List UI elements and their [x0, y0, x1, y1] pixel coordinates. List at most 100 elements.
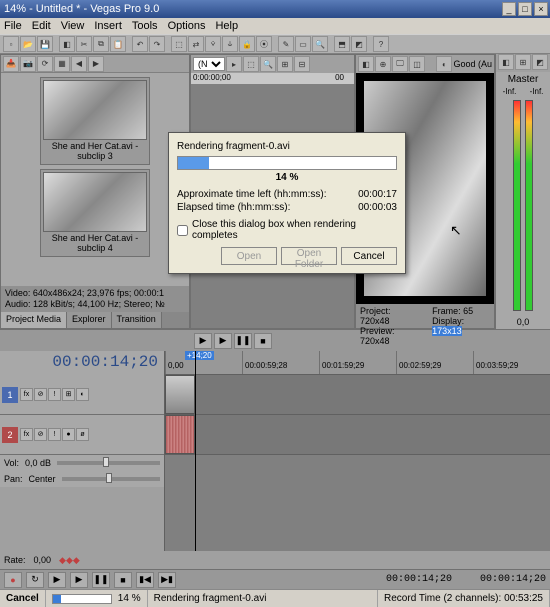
comp-icon[interactable]: ◐ [76, 388, 89, 401]
menu-options[interactable]: Options [168, 20, 206, 32]
close-on-complete-checkbox[interactable]: Close this dialog box when rendering com… [177, 219, 397, 241]
pv-extmon-icon[interactable]: 🖵 [392, 56, 408, 72]
tab-transitions[interactable]: Transition [112, 312, 162, 328]
snap-icon[interactable]: ⬚ [171, 36, 187, 52]
pm-import-icon[interactable]: 📥 [3, 56, 19, 72]
trimmer-icon1[interactable]: ▸ [226, 56, 242, 72]
play-button2[interactable]: ▶ [70, 572, 88, 588]
pause-button2[interactable]: ❚❚ [92, 572, 110, 588]
playhead[interactable] [195, 351, 196, 551]
arm-icon[interactable]: ● [62, 428, 75, 441]
loop-button[interactable]: ↻ [26, 572, 44, 588]
track-mute-icon[interactable]: ⊘ [34, 428, 47, 441]
motion-icon[interactable]: ⊞ [62, 388, 75, 401]
volume-slider[interactable] [57, 461, 160, 465]
pv-icon2[interactable]: ⊕ [375, 56, 391, 72]
trimmer-dropdown[interactable]: (N [193, 57, 225, 71]
checkbox-input[interactable] [177, 225, 188, 236]
track-fx-icon[interactable]: fx [20, 388, 33, 401]
trimmer-icon3[interactable]: 🔍 [260, 56, 276, 72]
track-solo-icon[interactable]: ! [48, 428, 61, 441]
track-mute-icon[interactable]: ⊘ [34, 388, 47, 401]
trimmer-icon5[interactable]: ⊟ [294, 56, 310, 72]
select-tool-icon[interactable]: ▭ [295, 36, 311, 52]
pv-icon1[interactable]: ◧ [358, 56, 374, 72]
paste-icon[interactable]: 📋 [110, 36, 126, 52]
zoom-tool-icon[interactable]: 🔍 [312, 36, 328, 52]
video-track[interactable] [165, 375, 550, 415]
phase-icon[interactable]: ø [76, 428, 89, 441]
open-icon[interactable]: 📂 [20, 36, 36, 52]
master-icon1[interactable]: ◧ [498, 54, 514, 70]
timeline-tracks[interactable]: +14;20 0,00 00:00:59;28 00:01:59;29 00:0… [165, 351, 550, 551]
close-button[interactable]: × [534, 2, 548, 16]
status-cancel[interactable]: Cancel [0, 590, 46, 607]
pv-quality-icon[interactable]: ◐ [436, 56, 452, 72]
pm-refresh-icon[interactable]: ⟳ [37, 56, 53, 72]
cancel-button[interactable]: Cancel [341, 247, 397, 265]
pm-views-icon[interactable]: ▦ [54, 56, 70, 72]
goto-start-button[interactable]: ▮◀ [136, 572, 154, 588]
master-icon3[interactable]: ◩ [532, 54, 548, 70]
ripple-icon[interactable]: ⇄ [188, 36, 204, 52]
big-timecode: 00:00:14;20 [0, 351, 164, 375]
audio-clip[interactable] [165, 415, 195, 454]
master-icon2[interactable]: ⊞ [515, 54, 531, 70]
bottom-transport: ● ↻ ▶ ▶ ❚❚ ■ ▮◀ ▶▮ 00:00:14;20 00:00:14;… [0, 569, 550, 589]
goto-end-button[interactable]: ▶▮ [158, 572, 176, 588]
maximize-button[interactable]: □ [518, 2, 532, 16]
menu-tools[interactable]: Tools [132, 20, 158, 32]
track-fx-icon[interactable]: fx [20, 428, 33, 441]
misc-tool2-icon[interactable]: ◩ [351, 36, 367, 52]
redo-icon[interactable]: ↷ [149, 36, 165, 52]
cut-icon[interactable]: ✂ [76, 36, 92, 52]
undo-icon[interactable]: ↶ [132, 36, 148, 52]
autocross-icon[interactable]: ⩒ [205, 36, 221, 52]
timeline-ruler[interactable]: +14;20 0,00 00:00:59;28 00:01:59;29 00:0… [165, 351, 550, 375]
edit-tool-icon[interactable]: ✎ [278, 36, 294, 52]
pan-slider[interactable] [62, 477, 160, 481]
help-icon[interactable]: ? [373, 36, 389, 52]
clip-item[interactable]: She and Her Cat.avi - subclip 3 [40, 77, 150, 165]
trimmer-icon2[interactable]: ⬚ [243, 56, 259, 72]
audio-track[interactable] [165, 415, 550, 455]
master-meters [496, 96, 550, 315]
lock-icon[interactable]: 🔒 [239, 36, 255, 52]
record-button[interactable]: ● [4, 572, 22, 588]
menu-insert[interactable]: Insert [94, 20, 122, 32]
pm-nav-left-icon[interactable]: ◀ [71, 56, 87, 72]
menu-file[interactable]: File [4, 20, 22, 32]
pm-nav-right-icon[interactable]: ▶ [88, 56, 104, 72]
play-button[interactable]: ▶ [194, 333, 212, 349]
tab-explorer[interactable]: Explorer [67, 312, 112, 328]
track-solo-icon[interactable]: ! [48, 388, 61, 401]
scrub-icon[interactable]: ◆◆◆ [59, 555, 80, 566]
preview-quality[interactable]: Good (Au [453, 59, 492, 69]
misc-tool-icon[interactable]: ⬒ [334, 36, 350, 52]
video-track-header[interactable]: 1 fx ⊘ ! ⊞ ◐ [0, 375, 164, 415]
statusbar: Cancel 14 % Rendering fragment-0.avi Rec… [0, 589, 550, 607]
copy-icon[interactable]: ⧉ [93, 36, 109, 52]
menu-help[interactable]: Help [215, 20, 238, 32]
trimmer-icon4[interactable]: ⊞ [277, 56, 293, 72]
tab-project-media[interactable]: Project Media [1, 312, 67, 328]
video-clip[interactable] [165, 375, 195, 414]
pm-camera-icon[interactable]: 📷 [20, 56, 36, 72]
clip-item[interactable]: She and Her Cat.avi - subclip 4 [40, 169, 150, 257]
pause-button[interactable]: ❚❚ [234, 333, 252, 349]
play-start-button[interactable]: ▶ [48, 572, 66, 588]
stop-button2[interactable]: ■ [114, 572, 132, 588]
stop-button[interactable]: ■ [254, 333, 272, 349]
pv-split-icon[interactable]: ◫ [409, 56, 425, 72]
minimize-button[interactable]: _ [502, 2, 516, 16]
play-loop-button[interactable]: ▶ [214, 333, 232, 349]
properties-icon[interactable]: ◧ [59, 36, 75, 52]
volume-row: Vol: 0,0 dB [0, 455, 164, 471]
audio-track-header[interactable]: 2 fx ⊘ ! ● ø [0, 415, 164, 455]
menu-edit[interactable]: Edit [32, 20, 51, 32]
new-icon[interactable]: ▫ [3, 36, 19, 52]
save-icon[interactable]: 💾 [37, 36, 53, 52]
ignore-icon[interactable]: ⦿ [256, 36, 272, 52]
crossfade-icon[interactable]: ⫝ [222, 36, 238, 52]
menu-view[interactable]: View [61, 20, 85, 32]
